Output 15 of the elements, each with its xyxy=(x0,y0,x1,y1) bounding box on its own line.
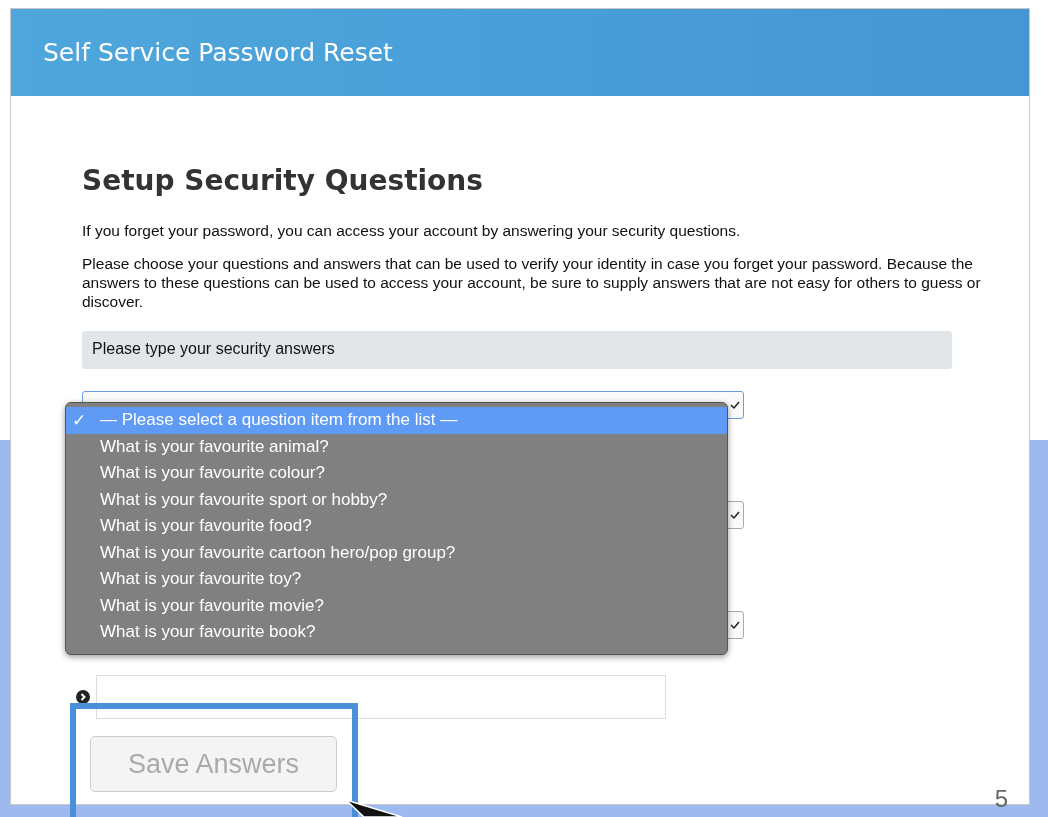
dropdown-option[interactable]: ✓ — Please select a question item from the list — xyxy=(66,407,727,434)
dropdown-option[interactable]: What is your favourite movie? xyxy=(66,592,727,619)
dropdown-option[interactable]: What is your favourite sport or hobby? xyxy=(66,486,727,513)
dropdown-option[interactable]: What is your favourite cartoon hero/pop group? xyxy=(66,539,727,566)
dropdown-option[interactable]: What is your favourite colour? xyxy=(66,460,727,487)
dropdown-option[interactable]: What is your favourite toy? xyxy=(66,566,727,593)
dropdown-option[interactable]: What is your favourite animal? xyxy=(66,433,727,460)
dropdown-option[interactable]: What is your favourite book? xyxy=(66,619,727,646)
info-banner: Please type your security answers xyxy=(82,331,952,369)
page-heading: Setup Security Questions xyxy=(82,164,483,197)
instruction-text: Please choose your questions and answers that can be used to verify your identity in case you forget your password. Because the answers to these questions can be used to access your account, be sure to supply answers that are not easy for others to guess or discover. xyxy=(82,254,982,311)
app-title: Self Service Password Reset xyxy=(43,38,393,67)
instruction-text: If you forget your password, you can access your account by answering your security questions. xyxy=(82,221,742,240)
page-number: 5 xyxy=(994,785,1008,813)
dropdown-option[interactable]: What is your favourite food? xyxy=(66,513,727,540)
